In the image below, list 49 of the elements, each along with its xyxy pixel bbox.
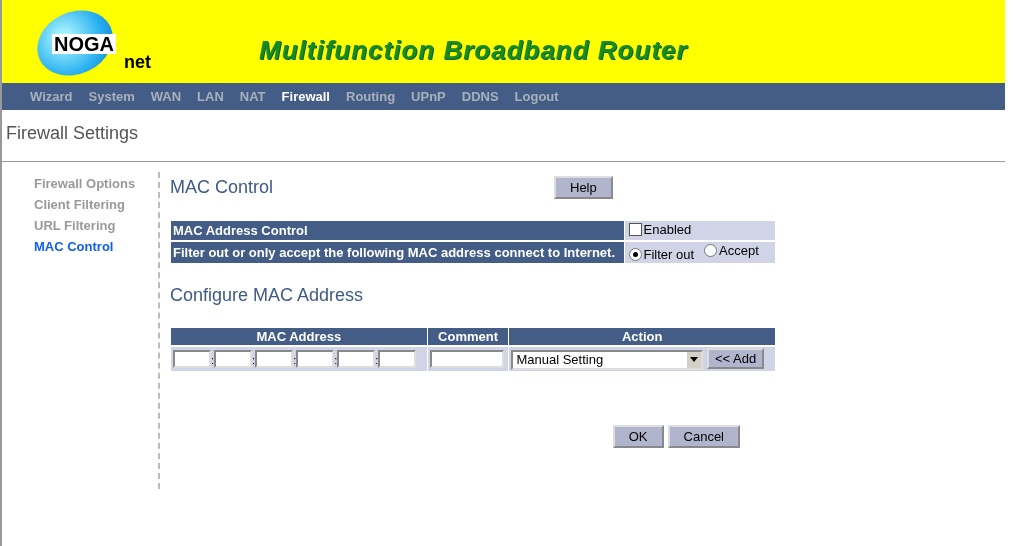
column-header: MAC Address xyxy=(171,328,427,345)
separator-text: : xyxy=(375,353,379,366)
mac-octet-field[interactable] xyxy=(173,349,211,368)
separator-text: : xyxy=(293,353,297,366)
nav-link[interactable]: Wizard xyxy=(30,89,73,104)
sidebar-link[interactable]: MAC Control xyxy=(34,239,158,254)
separator-text: : xyxy=(334,353,338,366)
radio-option[interactable]: Filter out xyxy=(628,247,695,262)
separator-text: : xyxy=(211,353,215,366)
sidebar-link[interactable]: Client Filtering xyxy=(34,197,158,212)
enabled-checkbox[interactable]: Enabled xyxy=(628,222,692,237)
nav-link[interactable]: System xyxy=(88,89,135,104)
row-label: Filter out or only accept the following MAC address connect to Internet. xyxy=(171,242,624,263)
sidebar-link[interactable]: Firewall Options xyxy=(34,176,158,191)
radio-option[interactable]: Accept xyxy=(704,243,759,258)
banner-title: Multifunction Broadband Router xyxy=(259,35,688,66)
nav-link[interactable]: Logout xyxy=(514,89,559,104)
dropdown-caret-icon xyxy=(687,351,702,368)
radio-icon[interactable] xyxy=(628,248,642,261)
mac-octet-field[interactable] xyxy=(214,349,253,368)
nav-link[interactable]: WAN xyxy=(150,89,182,104)
row-label: MAC Address Control xyxy=(171,221,624,240)
mac-octet-field[interactable] xyxy=(296,349,335,368)
separator-text: : xyxy=(252,353,256,366)
sidebar-link[interactable]: URL Filtering xyxy=(34,218,158,233)
nav-link[interactable]: LAN xyxy=(197,89,224,104)
nav-link[interactable]: NAT xyxy=(239,89,266,104)
logo-text: NOGA xyxy=(52,33,116,54)
help-button[interactable]: Help xyxy=(554,176,613,199)
section-title: MAC Control xyxy=(170,177,275,198)
radio-icon[interactable] xyxy=(704,244,718,257)
ok-button[interactable]: OK xyxy=(612,424,664,448)
checkbox-icon[interactable] xyxy=(628,223,642,236)
action-select[interactable]: Manual Setting xyxy=(511,349,704,370)
section-title: Configure MAC Address xyxy=(170,285,365,306)
column-header: Comment xyxy=(427,328,509,345)
cancel-button[interactable]: Cancel xyxy=(667,424,740,448)
nav-link[interactable]: DDNS xyxy=(461,89,499,104)
page-title: Firewall Settings xyxy=(2,110,1005,162)
column-header: Action xyxy=(509,328,775,345)
mac-octet-field[interactable] xyxy=(255,349,294,368)
nav-link[interactable]: Routing xyxy=(346,89,396,104)
comment-field[interactable] xyxy=(429,349,504,368)
mac-octet-field[interactable] xyxy=(378,349,417,368)
nav-link[interactable]: UPnP xyxy=(411,89,446,104)
logo-text: net xyxy=(124,51,151,73)
add-button[interactable]: << Add xyxy=(707,348,765,369)
mac-octet-field[interactable] xyxy=(337,349,376,368)
nav-link[interactable]: Firewall xyxy=(281,89,330,104)
